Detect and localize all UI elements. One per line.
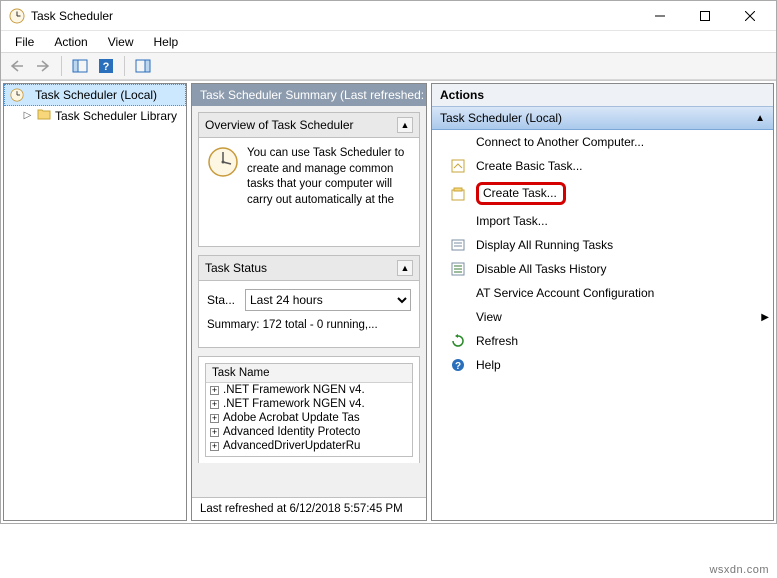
svg-text:?: ? bbox=[455, 361, 461, 372]
overview-panel: Overview of Task Scheduler ▲ Y bbox=[198, 112, 420, 247]
toolbar: ? bbox=[1, 52, 776, 80]
overview-panel-header[interactable]: Overview of Task Scheduler ▲ bbox=[199, 113, 419, 138]
task-list: Task Name +.NET Framework NGEN v4. +.NET… bbox=[205, 363, 413, 457]
chevron-up-icon[interactable]: ▲ bbox=[755, 113, 765, 124]
create-task-icon bbox=[450, 186, 466, 202]
tree-root-label: Task Scheduler (Local) bbox=[35, 88, 157, 102]
summary-body: Overview of Task Scheduler ▲ Y bbox=[192, 106, 426, 497]
titlebar: Task Scheduler bbox=[1, 1, 776, 31]
tree-root[interactable]: Task Scheduler (Local) bbox=[4, 84, 186, 106]
blank-icon bbox=[450, 285, 466, 301]
status-bar: Last refreshed at 6/12/2018 5:57:45 PM bbox=[192, 497, 426, 520]
blank-icon bbox=[450, 309, 466, 325]
menu-action[interactable]: Action bbox=[44, 33, 97, 51]
window-title: Task Scheduler bbox=[31, 9, 637, 23]
clock-icon bbox=[9, 8, 25, 24]
status-range-select[interactable]: Last 24 hours bbox=[245, 289, 411, 311]
wizard-icon bbox=[450, 158, 466, 174]
action-disable-history[interactable]: Disable All Tasks History bbox=[432, 257, 773, 281]
task-row[interactable]: +Adobe Acrobat Update Tas bbox=[206, 411, 412, 425]
action-display-running[interactable]: Display All Running Tasks bbox=[432, 233, 773, 257]
actions-header: Actions bbox=[432, 84, 773, 107]
main-area: Task Scheduler (Local) ▷ Task Scheduler … bbox=[1, 80, 776, 523]
blank-icon bbox=[450, 134, 466, 150]
collapse-icon[interactable]: ▲ bbox=[397, 260, 413, 276]
actions-sub-header[interactable]: Task Scheduler (Local) ▲ bbox=[432, 107, 773, 130]
actions-sub-title: Task Scheduler (Local) bbox=[440, 111, 755, 125]
overview-text: You can use Task Scheduler to create and… bbox=[247, 146, 411, 238]
show-hide-tree-button[interactable] bbox=[68, 54, 92, 78]
action-at-service[interactable]: AT Service Account Configuration bbox=[432, 281, 773, 305]
menubar: File Action View Help bbox=[1, 31, 776, 52]
show-hide-action-pane-button[interactable] bbox=[131, 54, 155, 78]
task-status-header[interactable]: Task Status ▲ bbox=[199, 256, 419, 281]
clock-icon bbox=[9, 87, 25, 103]
history-icon bbox=[450, 261, 466, 277]
chevron-right-icon: ▶ bbox=[761, 312, 769, 323]
expand-icon[interactable]: + bbox=[210, 414, 219, 423]
action-connect[interactable]: Connect to Another Computer... bbox=[432, 130, 773, 154]
action-import-task[interactable]: Import Task... bbox=[432, 209, 773, 233]
task-row[interactable]: +.NET Framework NGEN v4. bbox=[206, 397, 412, 411]
svg-text:?: ? bbox=[103, 61, 110, 73]
action-create-task[interactable]: Create Task... bbox=[432, 178, 773, 209]
help-button[interactable]: ? bbox=[94, 54, 118, 78]
task-row[interactable]: +AdvancedDriverUpdaterRu bbox=[206, 439, 412, 453]
action-create-basic-task[interactable]: Create Basic Task... bbox=[432, 154, 773, 178]
window: Task Scheduler File Action View Help ? bbox=[0, 0, 777, 524]
back-button[interactable] bbox=[5, 54, 29, 78]
help-icon: ? bbox=[450, 357, 466, 373]
action-view[interactable]: View ▶ bbox=[432, 305, 773, 329]
forward-button[interactable] bbox=[31, 54, 55, 78]
close-button[interactable] bbox=[727, 1, 772, 30]
expand-icon[interactable]: ▷ bbox=[22, 110, 33, 121]
menu-file[interactable]: File bbox=[5, 33, 44, 51]
task-row[interactable]: +Advanced Identity Protecto bbox=[206, 425, 412, 439]
action-help[interactable]: ? Help bbox=[432, 353, 773, 377]
maximize-button[interactable] bbox=[682, 1, 727, 30]
clock-large-icon bbox=[207, 146, 239, 238]
minimize-button[interactable] bbox=[637, 1, 682, 30]
watermark: wsxdn.com bbox=[709, 564, 769, 576]
refresh-icon bbox=[450, 333, 466, 349]
collapse-icon[interactable]: ▲ bbox=[397, 117, 413, 133]
task-list-panel: Task Name +.NET Framework NGEN v4. +.NET… bbox=[198, 356, 420, 463]
actions-pane: Actions Task Scheduler (Local) ▲ Connect… bbox=[431, 83, 774, 521]
action-refresh[interactable]: Refresh bbox=[432, 329, 773, 353]
task-row[interactable]: +.NET Framework NGEN v4. bbox=[206, 383, 412, 397]
summary-pane: Task Scheduler Summary (Last refreshed: … bbox=[191, 83, 427, 521]
overview-title: Overview of Task Scheduler bbox=[205, 118, 397, 132]
menu-help[interactable]: Help bbox=[144, 33, 189, 51]
status-label: Sta... bbox=[207, 293, 235, 307]
expand-icon[interactable]: + bbox=[210, 386, 219, 395]
folder-icon bbox=[37, 108, 51, 123]
expand-icon[interactable]: + bbox=[210, 428, 219, 437]
running-tasks-icon bbox=[450, 237, 466, 253]
menu-view[interactable]: View bbox=[98, 33, 144, 51]
console-tree: Task Scheduler (Local) ▷ Task Scheduler … bbox=[3, 83, 187, 521]
summary-header: Task Scheduler Summary (Last refreshed: … bbox=[192, 84, 426, 106]
task-list-header[interactable]: Task Name bbox=[206, 364, 412, 383]
blank-icon bbox=[450, 213, 466, 229]
expand-icon[interactable]: + bbox=[210, 400, 219, 409]
highlighted-action: Create Task... bbox=[476, 182, 566, 205]
tree-item-label: Task Scheduler Library bbox=[55, 109, 177, 123]
toolbar-separator bbox=[61, 56, 62, 76]
toolbar-separator bbox=[124, 56, 125, 76]
task-status-panel: Task Status ▲ Sta... Last 24 hours Summa… bbox=[198, 255, 420, 348]
tree-item-library[interactable]: ▷ Task Scheduler Library bbox=[4, 106, 186, 125]
task-status-title: Task Status bbox=[205, 261, 397, 275]
expand-icon[interactable]: + bbox=[210, 442, 219, 451]
status-summary: Summary: 172 total - 0 running,... bbox=[207, 319, 411, 331]
